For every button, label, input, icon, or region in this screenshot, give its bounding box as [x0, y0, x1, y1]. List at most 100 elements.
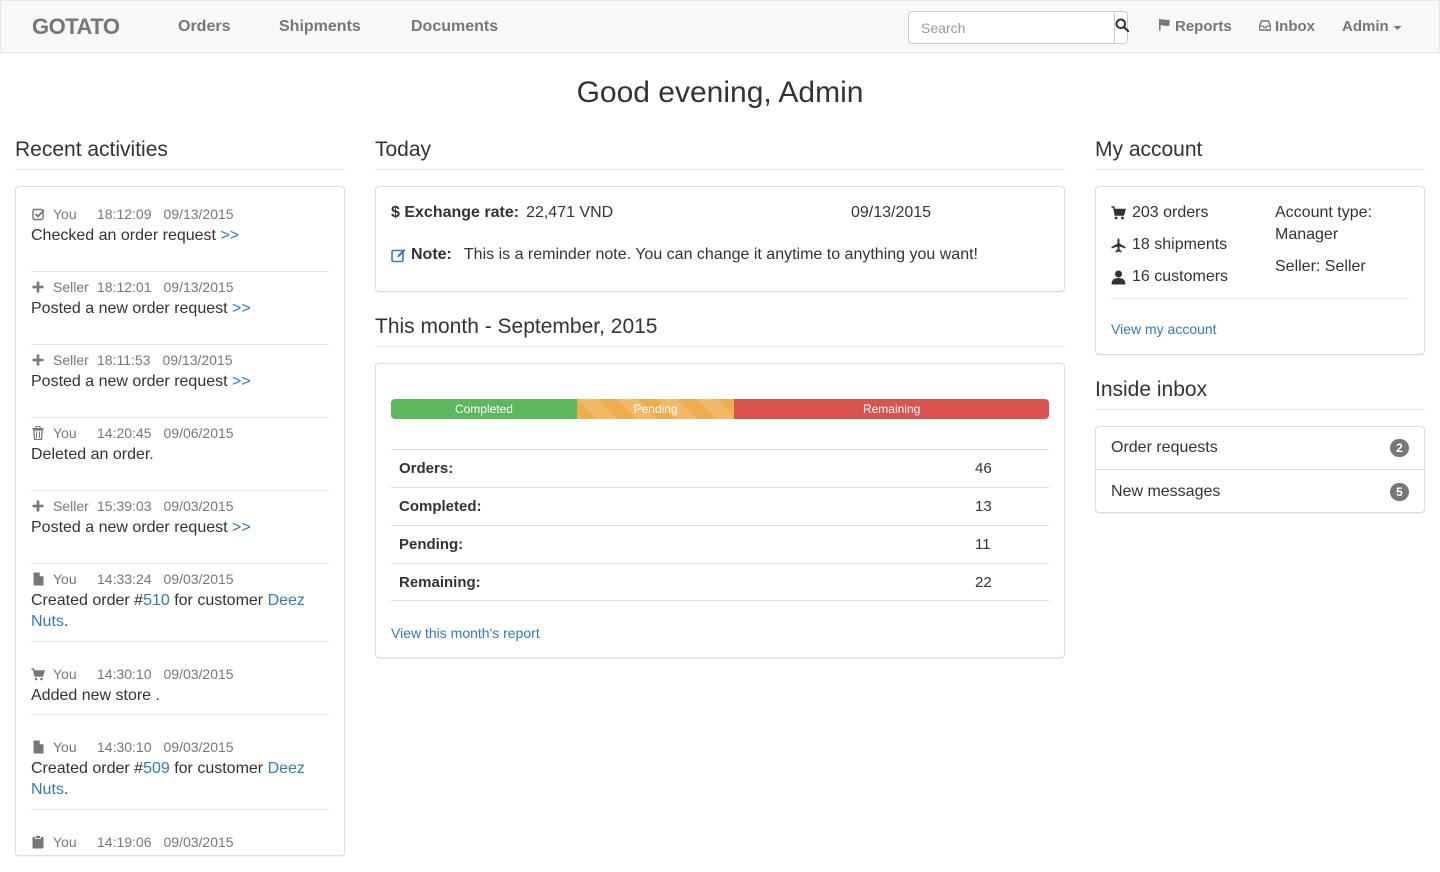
inbox-item-label: Order requests: [1111, 439, 1218, 456]
activity-time: 18:12:01: [97, 279, 152, 295]
activity-text-prefix: Created order #: [31, 760, 144, 777]
order-link[interactable]: 509: [143, 760, 170, 777]
stat-value: 13: [975, 498, 992, 515]
my-account-title: My account: [1095, 138, 1425, 170]
activity-time: 15:39:03: [97, 498, 152, 514]
activity-user: You: [53, 425, 77, 441]
plane-icon: [1111, 238, 1126, 253]
nav-shipments[interactable]: Shipments: [279, 18, 361, 36]
activity-link[interactable]: >>: [220, 227, 239, 244]
search-icon: [1115, 18, 1130, 37]
inbox-item-label: New messages: [1111, 482, 1221, 500]
activity-item: You 14:19:06 09/03/2015: [31, 832, 329, 872]
month-stats-table: Orders: 46 Completed: 13 Pending: 11 Remain…: [391, 449, 1049, 601]
file-icon: [31, 572, 45, 586]
stat-label: Orders:: [399, 460, 454, 477]
activity-time: 14:19:06: [97, 834, 152, 850]
activity-text-suffix: .: [63, 781, 69, 798]
customers-count: 16 customers: [1132, 268, 1229, 285]
search-button[interactable]: [1114, 12, 1130, 43]
activity-user: You: [53, 666, 77, 682]
brand-logo[interactable]: GOTATO: [32, 14, 120, 40]
activity-text: Added new store .: [31, 687, 160, 704]
activity-text-middle: for customer: [169, 760, 268, 777]
activity-time: 14:33:24: [97, 571, 152, 587]
shipments-count: 18 shipments: [1132, 236, 1228, 253]
inside-inbox-title: Inside inbox: [1095, 378, 1425, 410]
inbox-item-order-requests[interactable]: Order requests 2: [1096, 427, 1424, 470]
activity-link[interactable]: >>: [232, 300, 251, 317]
nav-inbox-label: Inbox: [1275, 18, 1315, 35]
stat-row: Pending: 11: [391, 525, 1049, 563]
nav-reports[interactable]: Reports: [1158, 18, 1232, 35]
edit-icon: [391, 248, 406, 263]
activity-item: You 14:33:24 09/03/2015 Created order #5…: [31, 569, 329, 642]
view-my-account-link[interactable]: View my account: [1111, 321, 1217, 337]
progress-segment-remaining: Remaining: [734, 399, 1049, 419]
activity-item: Seller 18:12:01 09/13/2015 Posted a new …: [31, 277, 329, 345]
account-type-label: Account type:: [1275, 204, 1372, 221]
activity-link[interactable]: >>: [232, 519, 251, 536]
greeting: Good evening, Admin: [576, 76, 864, 109]
nav-orders[interactable]: Orders: [178, 18, 230, 36]
activity-item: Seller 18:11:53 09/13/2015 Posted a new …: [31, 350, 329, 418]
stat-label: Remaining:: [399, 573, 481, 591]
trash-icon: [31, 426, 45, 440]
user-icon: [1111, 270, 1126, 285]
progress-segment-completed: Completed: [391, 399, 577, 419]
activity-item: You 14:30:10 09/03/2015 Created order #5…: [31, 737, 329, 810]
activity-user: Seller: [53, 279, 89, 295]
this-month-title: This month - September, 2015: [375, 315, 1065, 347]
activity-text: Deleted an order.: [31, 446, 154, 463]
search-group: [908, 11, 1130, 44]
activity-user: Seller: [53, 352, 89, 368]
nav-documents[interactable]: Documents: [411, 18, 498, 36]
activity-text-prefix: Created order #: [31, 592, 144, 609]
activity-user: You: [53, 834, 77, 850]
activity-date: 09/03/2015: [163, 834, 234, 850]
month-panel: Completed Pending Remaining Orders: 46 Comp…: [375, 363, 1065, 658]
stat-row: Remaining: 22: [391, 563, 1049, 601]
inbox-icon: [1258, 18, 1272, 35]
activity-time: 14:30:10: [97, 739, 152, 755]
activity-date: 09/03/2015: [163, 739, 234, 755]
stat-value: 46: [975, 460, 992, 477]
account-panel: 203 orders 18 shipments 16 customers Acc…: [1095, 186, 1425, 355]
activity-link[interactable]: >>: [232, 373, 251, 390]
plus-icon: [31, 499, 45, 513]
exchange-rate-label: $ Exchange rate:: [391, 204, 520, 221]
activity-text-middle: for customer: [169, 592, 268, 609]
flag-icon: [1158, 18, 1171, 35]
stat-label: Pending:: [399, 536, 464, 553]
inbox-item-new-messages[interactable]: New messages 5: [1096, 470, 1424, 513]
plus-icon: [31, 353, 45, 367]
activity-user: You: [53, 571, 77, 587]
caret-down-icon: [1393, 18, 1402, 35]
activity-time: 18:11:53: [97, 352, 151, 368]
stat-value: 11: [975, 536, 991, 553]
today-title: Today: [375, 138, 1065, 170]
inbox-list: Order requests 2 New messages 5: [1095, 426, 1425, 513]
order-link[interactable]: 510: [143, 592, 170, 609]
activity-item: You 18:12:09 09/13/2015 Checked an order…: [31, 204, 329, 272]
nav-admin-dropdown[interactable]: Admin: [1342, 18, 1402, 35]
activity-text-suffix: .: [63, 613, 69, 630]
activity-date: 09/13/2015: [162, 352, 233, 368]
stat-row: Completed: 13: [391, 487, 1049, 525]
search-input[interactable]: [909, 12, 1114, 43]
activity-user: You: [53, 206, 77, 222]
plus-icon: [31, 280, 45, 294]
exchange-rate-date: 09/13/2015: [851, 204, 932, 221]
cart-icon: [31, 667, 45, 681]
activity-time: 14:20:45: [97, 425, 152, 441]
activity-date: 09/13/2015: [163, 279, 234, 295]
nav-admin-label: Admin: [1342, 18, 1389, 35]
clipboard-icon: [31, 835, 45, 849]
nav-inbox[interactable]: Inbox: [1258, 18, 1315, 35]
note-label: Note:: [411, 246, 452, 263]
orders-count: 203 orders: [1132, 204, 1209, 221]
seller-info: Seller: Seller: [1275, 258, 1366, 275]
activity-user: Seller: [53, 498, 89, 514]
view-month-report-link[interactable]: View this month's report: [391, 625, 540, 641]
check-square-icon: [31, 207, 45, 221]
